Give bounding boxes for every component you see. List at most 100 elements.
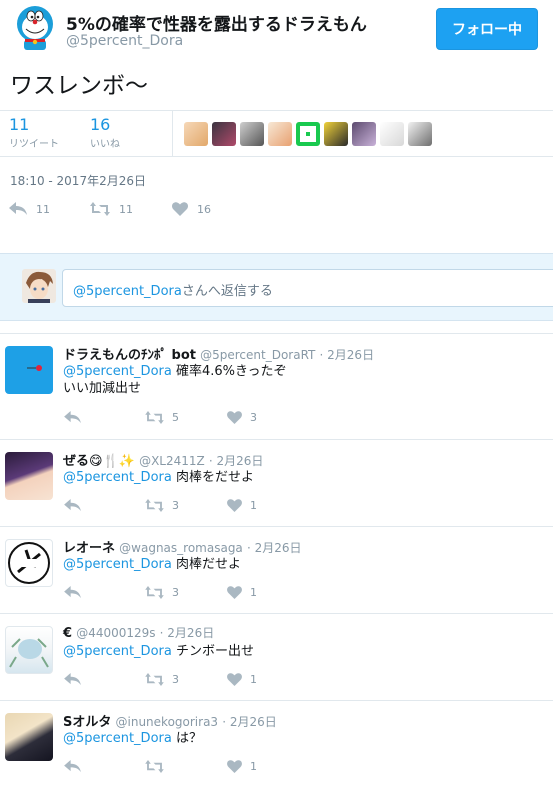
reply-avatar[interactable] <box>5 626 53 674</box>
reply-text: @5percent_Dora 確率4.6%きったぞ いい加減出せ <box>63 363 287 397</box>
liker-avatar[interactable] <box>324 122 348 146</box>
like-count: 1 <box>250 673 257 686</box>
reply-icon <box>64 411 81 424</box>
reply-actions: 3 1 <box>0 586 553 604</box>
reply-icon <box>64 673 81 686</box>
reply-avatar[interactable] <box>5 539 53 587</box>
retweets-count: 11 <box>9 115 30 134</box>
like-action[interactable]: 1 <box>227 673 257 686</box>
reply-item[interactable]: Sオルタ @inunekogorira3 · 2月26日 @5percent_D… <box>0 700 553 787</box>
liker-avatar[interactable] <box>240 122 264 146</box>
like-count: 16 <box>197 202 211 216</box>
retweet-action[interactable]: 3 <box>145 499 179 512</box>
tweet-header: 5%の確率で性器を露出するドラえもん @5percent_Dora フォロー中 <box>0 0 553 62</box>
retweet-count: 5 <box>172 411 179 424</box>
liker-avatar[interactable] <box>296 122 320 146</box>
reply-author-handle[interactable]: @inunekogorira3 <box>116 715 219 729</box>
reply-action[interactable] <box>64 760 81 773</box>
reply-author-handle[interactable]: @XL2411Z <box>139 454 205 468</box>
liker-avatar[interactable] <box>380 122 404 146</box>
reply-count: 11 <box>36 202 50 216</box>
retweet-icon <box>145 673 164 686</box>
liker-avatars <box>184 122 432 146</box>
retweet-count: 3 <box>172 499 179 512</box>
likes-stat[interactable]: 16 いいね <box>90 116 120 151</box>
following-button[interactable]: フォロー中 <box>436 8 538 50</box>
reply-mention[interactable]: @5percent_Dora <box>63 470 172 485</box>
reply-input[interactable]: @5percent_Doraさんへ返信する <box>62 269 553 307</box>
reply-item[interactable]: ドラえもんのﾁﾝﾎﾟ bot @5percent_DoraRT · 2月26日 … <box>0 333 553 439</box>
retweet-action[interactable]: 5 <box>145 411 179 424</box>
reply-icon <box>64 499 81 512</box>
reply-body: は？ <box>175 731 202 746</box>
reply-body: 確率4.6%きったぞ <box>175 364 287 379</box>
reply-icon <box>9 202 27 215</box>
liker-avatar[interactable] <box>408 122 432 146</box>
reply-mention[interactable]: @5percent_Dora <box>63 557 172 572</box>
reply-author-name[interactable]: Sオルタ <box>63 715 111 730</box>
like-action[interactable]: 1 <box>227 760 257 773</box>
reply-item[interactable]: レオーネ @wagnas_romasaga · 2月26日 @5percent_… <box>0 526 553 613</box>
reply-text: @5percent_Dora 肉棒をだせよ <box>63 469 254 486</box>
retweet-icon <box>90 202 110 216</box>
retweet-action[interactable] <box>145 760 172 773</box>
reply-date[interactable]: · 2月26日 <box>247 541 302 555</box>
reply-action[interactable] <box>64 499 81 512</box>
retweet-action[interactable]: 11 <box>90 202 133 216</box>
reply-mention[interactable]: @5percent_Dora <box>63 731 172 746</box>
reply-action[interactable]: 11 <box>9 202 50 216</box>
retweet-count: 11 <box>119 202 133 216</box>
like-action[interactable]: 1 <box>227 499 257 512</box>
like-action[interactable]: 1 <box>227 586 257 599</box>
reply-avatar[interactable] <box>5 713 53 761</box>
reply-author-handle[interactable]: @44000129s <box>76 626 155 640</box>
reply-author-handle[interactable]: @5percent_DoraRT <box>200 348 315 362</box>
reply-action[interactable] <box>64 673 81 686</box>
retweet-icon <box>145 411 164 424</box>
reply-mention[interactable]: @5percent_Dora <box>63 644 172 659</box>
liker-avatar[interactable] <box>184 122 208 146</box>
author-handle[interactable]: @5percent_Dora <box>66 33 183 49</box>
retweet-action[interactable]: 3 <box>145 673 179 686</box>
reply-author-name[interactable]: レオーネ <box>63 541 115 556</box>
like-count: 1 <box>250 760 257 773</box>
reply-action[interactable] <box>64 411 81 424</box>
reply-box: @5percent_Doraさんへ返信する <box>0 253 553 321</box>
reply-icon <box>64 586 81 599</box>
like-count: 3 <box>250 411 257 424</box>
reply-avatar[interactable] <box>5 346 53 394</box>
reply-mention[interactable]: @5percent_Dora <box>63 364 172 379</box>
liker-avatar[interactable] <box>352 122 376 146</box>
tweet-stats: 11 リツイート 16 いいね <box>0 110 553 157</box>
tweet-timestamp[interactable]: 18:10 - 2017年2月26日 <box>10 172 146 189</box>
reply-text: @5percent_Dora は？ <box>63 730 202 747</box>
author-name[interactable]: 5%の確率で性器を露出するドラえもん <box>66 10 367 35</box>
retweet-action[interactable]: 3 <box>145 586 179 599</box>
like-action[interactable]: 16 <box>172 202 211 216</box>
reply-author-name[interactable]: ぜる😋🍴✨ <box>63 454 135 469</box>
reply-action[interactable] <box>64 586 81 599</box>
my-avatar <box>22 269 56 303</box>
like-count: 1 <box>250 586 257 599</box>
tweet-text: ワスレンボ〜 <box>10 73 148 99</box>
retweets-stat[interactable]: 11 リツイート <box>9 115 59 151</box>
heart-icon <box>227 760 242 773</box>
liker-avatar[interactable] <box>212 122 236 146</box>
reply-header: Sオルタ @inunekogorira3 · 2月26日 <box>63 711 277 730</box>
reply-item[interactable]: € @44000129s · 2月26日 @5percent_Dora チンボー… <box>0 613 553 700</box>
reply-input-mention: @5percent_Dora <box>73 284 182 299</box>
liker-avatar[interactable] <box>268 122 292 146</box>
tweet-actions: 11 11 16 <box>0 202 553 224</box>
reply-avatar[interactable] <box>5 452 53 500</box>
reply-author-handle[interactable]: @wagnas_romasaga <box>119 541 243 555</box>
reply-author-name[interactable]: € <box>63 626 72 641</box>
reply-item[interactable]: ぜる😋🍴✨ @XL2411Z · 2月26日 @5percent_Dora 肉棒… <box>0 439 553 526</box>
reply-date[interactable]: · 2月26日 <box>209 454 264 468</box>
reply-date[interactable]: · 2月26日 <box>320 348 375 362</box>
like-action[interactable]: 3 <box>227 411 257 424</box>
reply-author-name[interactable]: ドラえもんのﾁﾝﾎﾟ bot <box>63 348 196 363</box>
author-avatar[interactable] <box>13 4 57 52</box>
retweet-icon <box>145 586 164 599</box>
reply-date[interactable]: · 2月26日 <box>222 715 277 729</box>
reply-date[interactable]: · 2月26日 <box>160 626 215 640</box>
